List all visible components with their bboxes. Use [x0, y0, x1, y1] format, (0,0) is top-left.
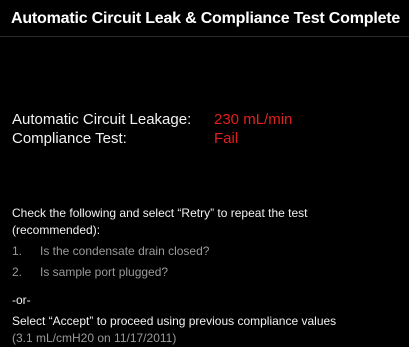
retry-instruction: Check the following and select “Retry” t… [12, 206, 308, 220]
screen-title: Automatic Circuit Leak & Compliance Test… [11, 10, 401, 27]
title-bar: Automatic Circuit Leak & Compliance Test… [0, 0, 409, 37]
checklist-item-text: Is sample port plugged? [40, 265, 169, 279]
test-complete-screen: Automatic Circuit Leak & Compliance Test… [0, 0, 409, 347]
compliance-label: Compliance Test: [12, 130, 127, 147]
leakage-value: 230 mL/min [214, 111, 293, 128]
checklist-item-number: 2. [12, 265, 23, 279]
or-separator: -or- [12, 293, 31, 307]
previous-compliance-values: (3.1 mL/cmH20 on 11/17/2011) [12, 331, 177, 345]
checklist-item-text: Is the condensate drain closed? [40, 244, 210, 258]
checklist-item-number: 1. [12, 244, 23, 258]
leakage-label: Automatic Circuit Leakage: [12, 111, 192, 128]
retry-recommended-note: (recommended): [12, 223, 101, 237]
accept-instruction: Select “Accept” to proceed using previou… [12, 314, 337, 328]
compliance-value: Fail [214, 130, 239, 147]
